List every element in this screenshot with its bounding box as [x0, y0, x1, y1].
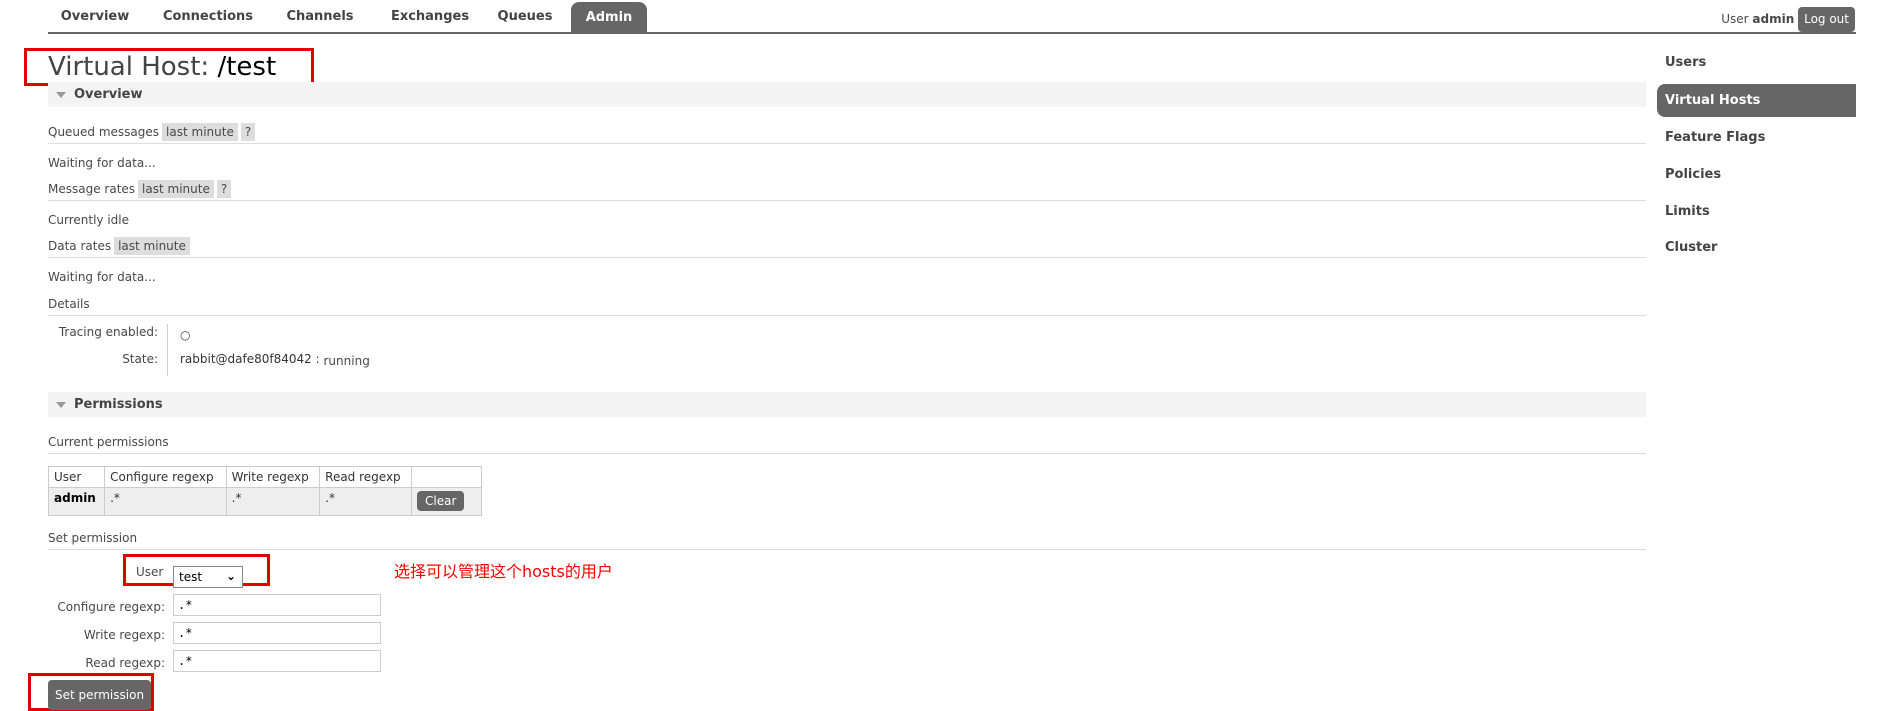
details-separator	[167, 324, 168, 376]
vhost-name: /test	[217, 52, 277, 82]
clear-button[interactable]: Clear	[417, 491, 465, 511]
annotation-text: 选择可以管理这个hosts的用户	[394, 562, 613, 581]
read-regexp-input[interactable]	[173, 650, 381, 672]
chevron-down-icon: ⌄	[225, 569, 236, 583]
section-title: Overview	[74, 87, 143, 102]
tab-admin[interactable]: Admin	[571, 2, 647, 33]
column-header: Configure regexp	[104, 466, 227, 488]
tab-overview[interactable]: Overview	[52, 0, 138, 33]
sidebar-item-cluster[interactable]: Cluster	[1665, 240, 1717, 255]
overview-section-header[interactable]: Overview	[48, 82, 1646, 107]
column-header: User	[47, 466, 106, 488]
user-select-value: test	[179, 570, 203, 584]
waiting-text: Waiting for data...	[48, 156, 156, 170]
logout-button[interactable]: Log out	[1798, 7, 1855, 32]
idle-text: Currently idle	[48, 213, 129, 227]
cell-write: .*	[225, 487, 321, 516]
user-name: admin	[1752, 12, 1795, 26]
tab-channels[interactable]: Channels	[275, 0, 365, 33]
set-permission-heading: Set permission	[48, 528, 1646, 550]
permissions-table: User Configure regexp Write regexp Read …	[47, 466, 482, 516]
state-value: running	[323, 354, 370, 368]
sidebar-item-feature-flags[interactable]: Feature Flags	[1665, 130, 1765, 145]
cell-read: .*	[319, 487, 412, 516]
user-label: User	[136, 565, 164, 579]
column-header: Read regexp	[319, 466, 412, 488]
tab-queues[interactable]: Queues	[490, 0, 560, 33]
tracing-label: Tracing enabled:	[58, 325, 158, 339]
set-permission-button[interactable]: Set permission	[48, 680, 152, 710]
data-rates-row: Data rates last minute	[48, 236, 1646, 258]
queued-messages-row: Queued messages last minute?	[48, 122, 1646, 144]
range-selector[interactable]: last minute	[138, 180, 214, 198]
help-button[interactable]: ?	[216, 180, 232, 198]
user-prefix: User	[1721, 12, 1749, 26]
sidebar-item-policies[interactable]: Policies	[1665, 167, 1721, 182]
waiting-text: Waiting for data...	[48, 270, 156, 284]
help-button[interactable]: ?	[240, 123, 256, 141]
details-heading: Details	[48, 294, 1646, 316]
title-prefix: Virtual Host:	[48, 52, 210, 82]
rates-label: Message rates	[48, 182, 136, 196]
permissions-section-header[interactable]: Permissions	[48, 392, 1646, 417]
table-header-row: User Configure regexp Write regexp Read …	[47, 466, 482, 488]
sidebar-item-virtual-hosts[interactable]: Virtual Hosts	[1657, 84, 1856, 117]
configure-label: Configure regexp:	[57, 600, 165, 614]
collapse-triangle-icon	[56, 91, 66, 98]
configure-regexp-input[interactable]	[173, 594, 381, 616]
cell-user: admin	[47, 487, 106, 516]
data-rates-label: Data rates	[48, 239, 112, 253]
message-rates-row: Message rates last minute?	[48, 179, 1646, 201]
collapse-triangle-icon	[56, 401, 66, 408]
sidebar-item-users[interactable]: Users	[1665, 55, 1706, 70]
table-row: admin .* .* .* Clear	[47, 487, 482, 516]
cell-action: Clear	[411, 487, 482, 516]
write-label: Write regexp:	[83, 628, 165, 642]
user-select[interactable]: test ⌄	[173, 566, 243, 588]
cell-configure: .*	[104, 487, 227, 516]
column-header	[411, 466, 482, 488]
range-selector[interactable]: last minute	[114, 237, 190, 255]
range-selector[interactable]: last minute	[162, 123, 238, 141]
write-regexp-input[interactable]	[173, 622, 381, 644]
column-header: Write regexp	[225, 466, 321, 488]
current-permissions-heading: Current permissions	[48, 432, 1646, 454]
user-info: User admin Log out	[1721, 7, 1855, 32]
section-title: Permissions	[74, 397, 163, 412]
page-title: Virtual Host: /test	[48, 52, 276, 82]
queued-label: Queued messages	[48, 125, 160, 139]
tab-connections[interactable]: Connections	[153, 0, 263, 33]
state-label: State:	[122, 352, 158, 366]
sidebar-item-limits[interactable]: Limits	[1665, 204, 1710, 219]
state-node: rabbit@dafe80f84042 :	[180, 352, 320, 366]
tab-exchanges[interactable]: Exchanges	[380, 0, 480, 33]
tracing-value: ○	[180, 328, 191, 342]
read-label: Read regexp:	[85, 656, 165, 670]
